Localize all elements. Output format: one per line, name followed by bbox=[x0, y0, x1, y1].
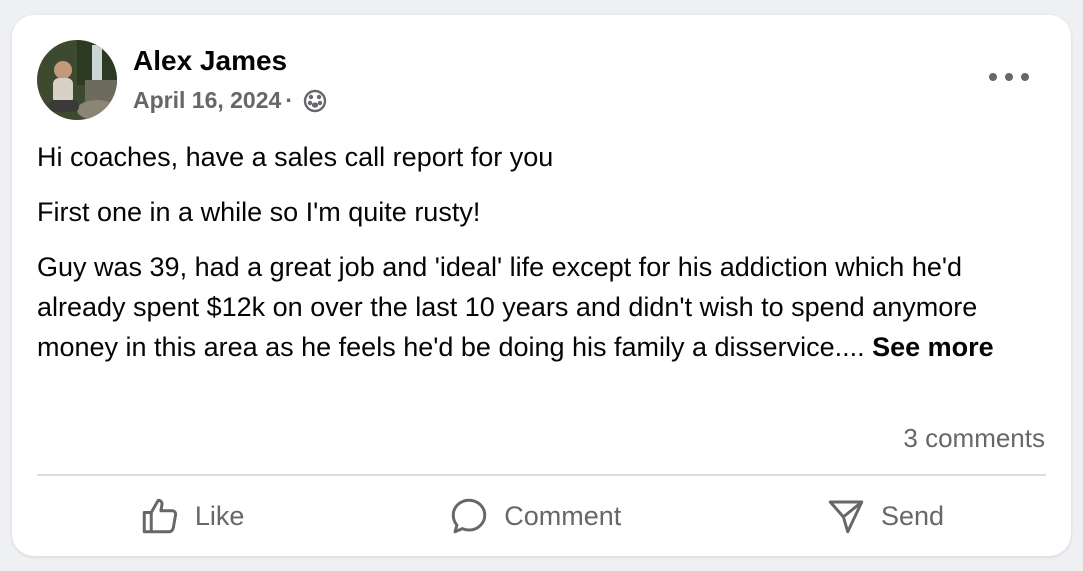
send-label: Send bbox=[881, 500, 945, 531]
comment-bubble-icon bbox=[451, 498, 487, 534]
send-button[interactable]: Send bbox=[825, 495, 944, 537]
comments-count[interactable]: 3 comments bbox=[903, 423, 1045, 454]
like-button[interactable]: Like bbox=[139, 495, 245, 537]
more-options-icon[interactable] bbox=[989, 67, 1029, 87]
divider bbox=[37, 474, 1046, 476]
like-label: Like bbox=[194, 500, 245, 531]
avatar[interactable] bbox=[37, 40, 117, 120]
post-meta: April 16, 2024 · bbox=[133, 87, 327, 114]
post-card: Alex James April 16, 2024 · Hi coaches, … bbox=[12, 15, 1071, 556]
dot bbox=[989, 73, 997, 81]
post-paragraph: Hi coaches, have a sales call report for… bbox=[37, 142, 554, 172]
post-date[interactable]: April 16, 2024 bbox=[133, 87, 281, 114]
comment-label: Comment bbox=[504, 500, 622, 531]
avatar-photo bbox=[37, 40, 117, 120]
post-paragraph: Guy was 39, had a great job and 'ideal' … bbox=[37, 247, 1037, 367]
dot bbox=[1021, 73, 1029, 81]
send-icon bbox=[828, 500, 864, 534]
author-name[interactable]: Alex James bbox=[133, 45, 287, 77]
see-more-link[interactable]: See more bbox=[872, 332, 994, 362]
post-body: Hi coaches, have a sales call report for… bbox=[37, 137, 1037, 382]
globe-icon[interactable] bbox=[303, 89, 327, 113]
dot bbox=[1005, 73, 1013, 81]
post-paragraph-text: Guy was 39, had a great job and 'ideal' … bbox=[37, 252, 978, 362]
action-bar: Like Comment Send bbox=[37, 477, 1046, 555]
comment-button[interactable]: Comment bbox=[448, 495, 621, 537]
post-paragraph: First one in a while so I'm quite rusty! bbox=[37, 197, 481, 227]
thumbs-up-icon bbox=[142, 498, 177, 534]
meta-separator: · bbox=[285, 87, 293, 113]
